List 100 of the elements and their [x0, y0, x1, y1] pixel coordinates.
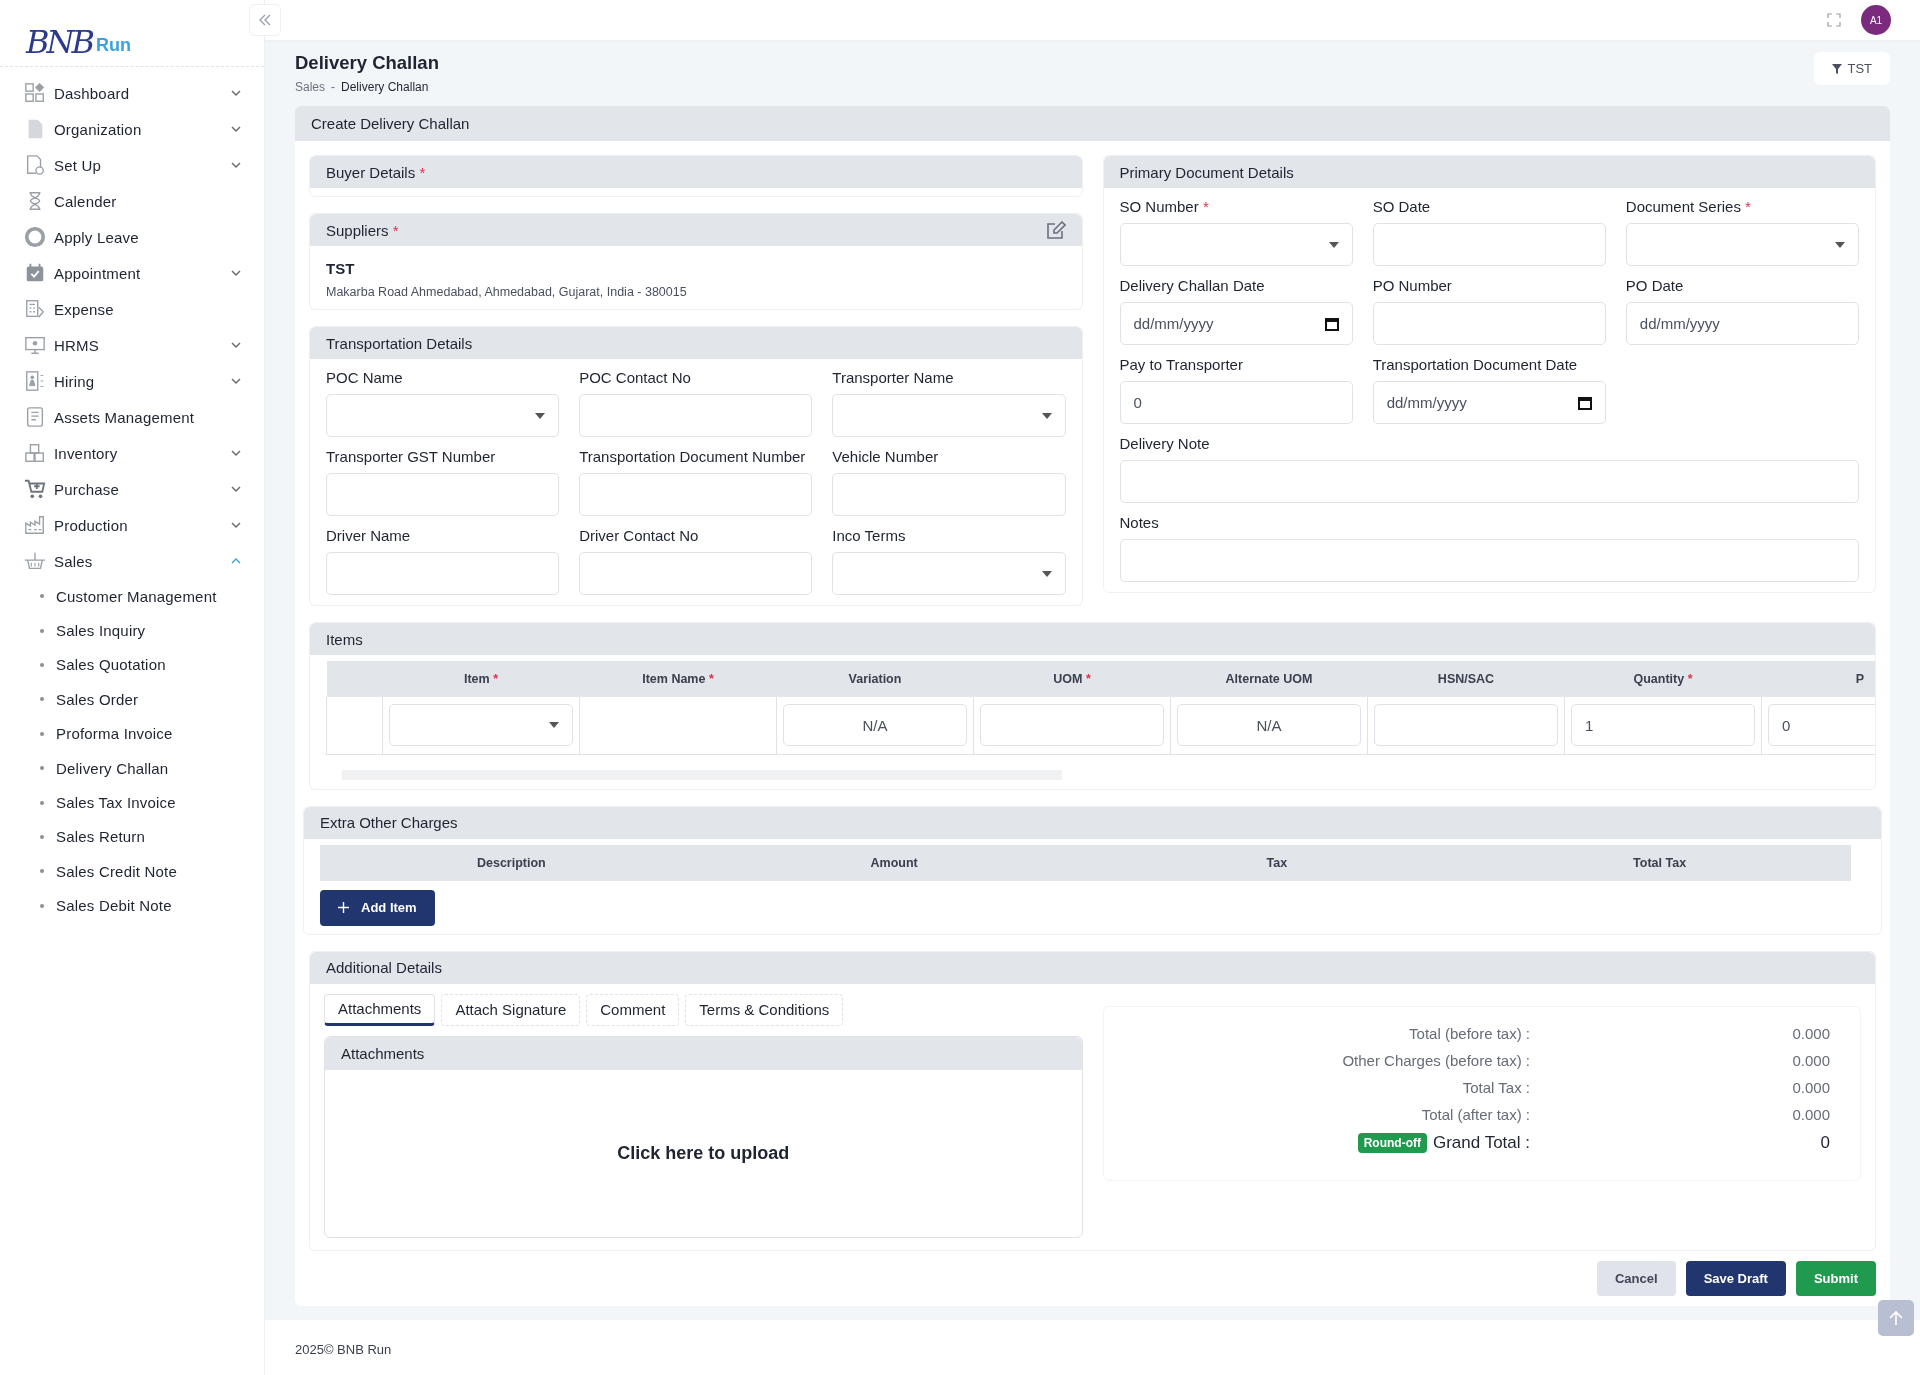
factory-icon: [24, 514, 46, 536]
column-header: Total Tax: [1632, 855, 1688, 870]
tab[interactable]: Terms & Conditions: [685, 993, 844, 1026]
required-mark: *: [1202, 198, 1209, 215]
collapse-button[interactable]: [249, 4, 281, 36]
sidebar-item[interactable]: Set Up: [24, 147, 264, 183]
monitor-icon: [24, 334, 46, 356]
input-field[interactable]: [1372, 302, 1606, 345]
select-field[interactable]: [832, 552, 1066, 595]
field-label: SO Date: [1372, 198, 1431, 215]
sidebar-item[interactable]: Calender: [24, 183, 264, 219]
total-value: 0.000: [1791, 1105, 1830, 1123]
sidebar-item[interactable]: Production: [24, 507, 264, 543]
upload-text[interactable]: Click here to upload: [617, 1142, 790, 1164]
sidebar-item[interactable]: Dashboard: [24, 75, 264, 111]
calendar-check-icon: [24, 262, 46, 284]
input-field[interactable]: [326, 473, 560, 516]
input-field[interactable]: 0: [1119, 381, 1353, 424]
sidebar-subitem[interactable]: Sales Credit Note: [40, 854, 264, 889]
calendar-icon: [1324, 316, 1339, 331]
sidebar-subitem[interactable]: Sales Quotation: [40, 647, 264, 683]
user-avatar[interactable]: A1: [1861, 5, 1891, 35]
column-header: P: [1855, 672, 1865, 686]
sidebar-item[interactable]: Apply Leave: [24, 219, 264, 255]
total-value: 0.000: [1791, 1078, 1830, 1096]
date-field[interactable]: dd/mm/yyyy: [1119, 302, 1353, 345]
boxes-icon: [24, 442, 46, 464]
input-field[interactable]: [1119, 539, 1859, 582]
add-item-button[interactable]: Add Item: [320, 889, 435, 926]
input-field[interactable]: [579, 552, 813, 595]
plus-icon: [338, 902, 349, 913]
date-field[interactable]: dd/mm/yyyy: [1372, 381, 1606, 424]
round-off-badge[interactable]: Round-off: [1357, 1132, 1427, 1153]
input-field[interactable]: [1119, 460, 1859, 503]
total-label: Total (after tax) :: [1420, 1105, 1530, 1123]
select-field[interactable]: [326, 394, 560, 437]
sidebar-subitem[interactable]: Delivery Challan: [40, 750, 264, 786]
action-button[interactable]: Save Draft: [1685, 1260, 1786, 1296]
card-title: Additional Details: [326, 959, 442, 976]
filter-button[interactable]: TST: [1814, 52, 1890, 85]
caret-icon: [1328, 241, 1339, 248]
sidebar-subitem[interactable]: Sales Tax Invoice: [40, 785, 264, 820]
breadcrumb-item: Delivery Challan: [341, 80, 429, 94]
sidebar-subitem[interactable]: Sales Inquiry: [40, 613, 264, 648]
sidebar-subitem[interactable]: Sales Debit Note: [40, 888, 264, 923]
input-field[interactable]: dd/mm/yyyy: [1625, 302, 1859, 345]
fullscreen-icon[interactable]: [1827, 13, 1841, 27]
input-field: N/A: [783, 704, 967, 747]
action-button[interactable]: Cancel: [1597, 1260, 1676, 1296]
card-title: Suppliers: [326, 221, 389, 239]
caret-icon: [1835, 241, 1845, 248]
total-label: Total Tax :: [1461, 1078, 1530, 1096]
grid-icon: [24, 82, 46, 104]
total-label: Grand Total :: [1432, 1132, 1530, 1153]
input-field[interactable]: [832, 473, 1066, 516]
field-label: POC Contact No: [579, 369, 691, 386]
file-gear-icon: [24, 154, 46, 176]
lifebuoy-icon: [24, 226, 46, 248]
upload-panel[interactable]: Attachments Click here to upload: [324, 1035, 1083, 1238]
sidebar-subitem[interactable]: Sales Order: [40, 682, 264, 717]
input-field[interactable]: 1: [1571, 704, 1755, 747]
select-field[interactable]: [832, 394, 1066, 437]
input-field[interactable]: [579, 473, 813, 516]
input-field[interactable]: 0: [1768, 704, 1875, 747]
sidebar-item[interactable]: Appointment: [24, 255, 264, 291]
input-field[interactable]: [326, 552, 560, 595]
sidebar-subitem[interactable]: Customer Management: [40, 579, 264, 614]
sidebar-item[interactable]: HRMS: [24, 327, 264, 363]
field-label: PO Number: [1372, 277, 1452, 294]
sidebar-item[interactable]: Sales: [24, 543, 264, 579]
select-field[interactable]: [1119, 223, 1353, 266]
breadcrumb-item[interactable]: Sales: [295, 80, 326, 94]
sidebar-item[interactable]: Hiring: [24, 363, 264, 399]
supplier-name: TST: [326, 260, 356, 277]
arrow-up-icon: [1888, 1309, 1904, 1326]
required-mark: *: [392, 221, 399, 239]
input-field[interactable]: [579, 394, 813, 437]
sidebar-subitem[interactable]: Sales Return: [40, 819, 264, 855]
tab[interactable]: Attach Signature: [441, 993, 581, 1026]
input-field[interactable]: [1374, 704, 1558, 747]
sidebar-item[interactable]: Assets Management: [24, 399, 264, 435]
input-field[interactable]: [980, 704, 1164, 747]
sidebar-subitem[interactable]: Proforma Invoice: [40, 716, 264, 751]
scroll-top-button[interactable]: [1878, 1299, 1914, 1336]
sidebar-item[interactable]: Expense: [24, 291, 264, 327]
field-label: Document Series: [1625, 198, 1741, 215]
edit-icon[interactable]: [1045, 221, 1066, 239]
sidebar-item[interactable]: Organization: [24, 111, 264, 147]
select-field[interactable]: [389, 704, 573, 747]
caret-icon: [1041, 412, 1052, 419]
tab[interactable]: Attachments: [324, 993, 436, 1026]
sidebar-item[interactable]: Purchase: [24, 471, 264, 507]
field-label: Vehicle Number: [832, 448, 939, 465]
input-field[interactable]: [1372, 223, 1606, 266]
column-header: HSN/SAC: [1437, 672, 1495, 686]
action-button[interactable]: Submit: [1795, 1260, 1876, 1296]
total-label: Other Charges (before tax) :: [1341, 1051, 1530, 1069]
select-field[interactable]: [1625, 223, 1859, 266]
sidebar-item[interactable]: Inventory: [24, 435, 264, 471]
tab[interactable]: Comment: [586, 993, 680, 1026]
